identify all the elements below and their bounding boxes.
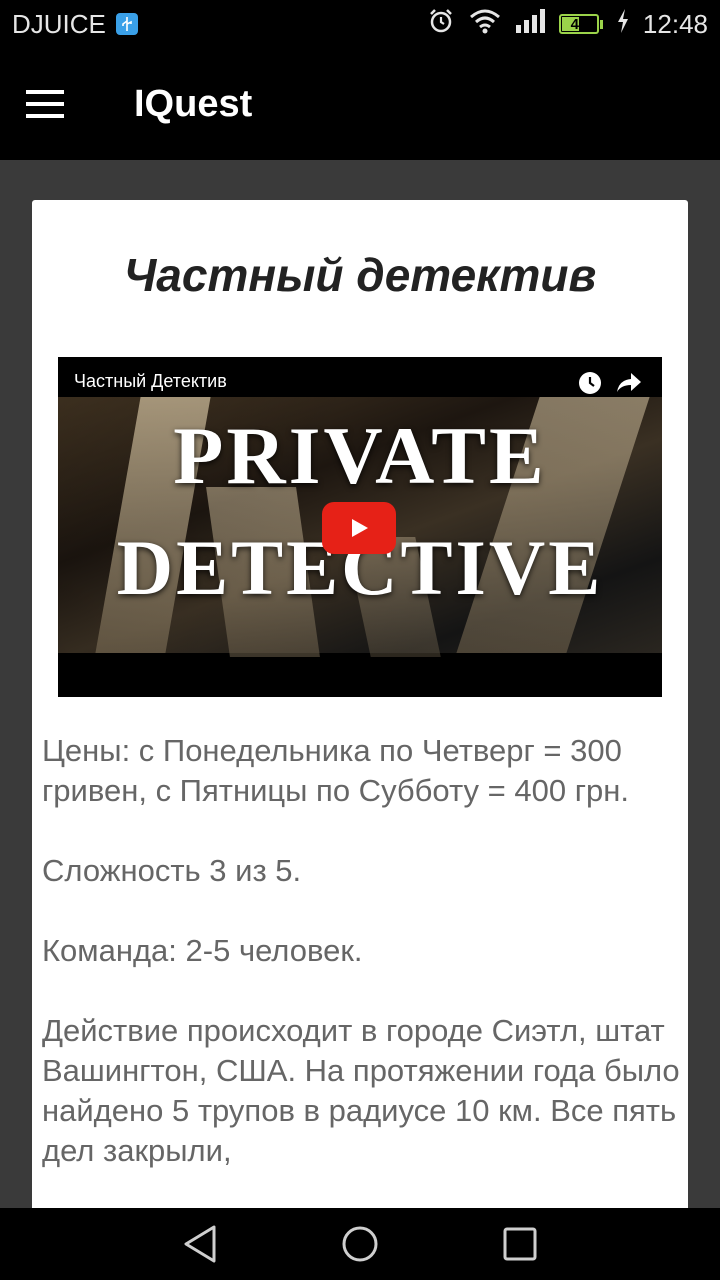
video-title[interactable]: Частный Детектив xyxy=(74,371,227,392)
menu-button[interactable] xyxy=(0,48,102,160)
home-button[interactable] xyxy=(335,1219,385,1269)
recents-button[interactable] xyxy=(495,1219,545,1269)
share-icon[interactable] xyxy=(616,370,642,399)
carrier-name: DJUICE xyxy=(12,8,106,39)
video-player[interactable]: PRIVATE DETECTIVE Частный Детектив xyxy=(58,357,662,697)
status-right: 49 12:48 xyxy=(427,7,708,42)
status-bar: DJUICE 49 12:48 xyxy=(0,0,720,48)
battery-level: 49 xyxy=(570,15,588,33)
price-paragraph: Цены: с Понедельника по Четверг = 300 гр… xyxy=(42,733,629,808)
team-paragraph: Команда: 2-5 человек. xyxy=(42,933,363,968)
app-title: IQuest xyxy=(134,82,253,125)
alarm-icon xyxy=(427,7,455,42)
quest-description: Цены: с Понедельника по Четверг = 300 гр… xyxy=(42,731,682,1211)
clock: 12:48 xyxy=(642,8,708,39)
usb-icon xyxy=(115,13,138,35)
watch-later-icon[interactable] xyxy=(578,371,602,400)
status-left: DJUICE xyxy=(12,9,138,40)
back-button[interactable] xyxy=(175,1219,225,1269)
thumbnail-text-line1: PRIVATE xyxy=(173,410,547,501)
battery-icon: 49 xyxy=(558,14,603,34)
charging-icon xyxy=(617,8,629,40)
back-icon xyxy=(184,1225,216,1263)
quest-card: Частный детектив PRIVATE DETECTIVE Частн… xyxy=(32,200,688,1220)
signal-icon xyxy=(515,8,545,40)
battery-tip xyxy=(599,19,603,29)
hamburger-menu-icon xyxy=(26,90,64,118)
play-icon xyxy=(352,519,368,537)
navigation-bar xyxy=(0,1208,720,1280)
battery-body: 49 xyxy=(558,14,599,34)
quest-title: Частный детектив xyxy=(123,249,597,301)
story-paragraph: Действие происходит в городе Сиэтл, штат… xyxy=(42,1013,680,1168)
home-icon xyxy=(342,1226,378,1262)
wifi-icon xyxy=(469,8,501,41)
app-bar: IQuest xyxy=(0,48,720,160)
recents-icon xyxy=(503,1227,537,1261)
difficulty-paragraph: Сложность 3 из 5. xyxy=(42,853,302,888)
play-button[interactable] xyxy=(322,502,396,554)
